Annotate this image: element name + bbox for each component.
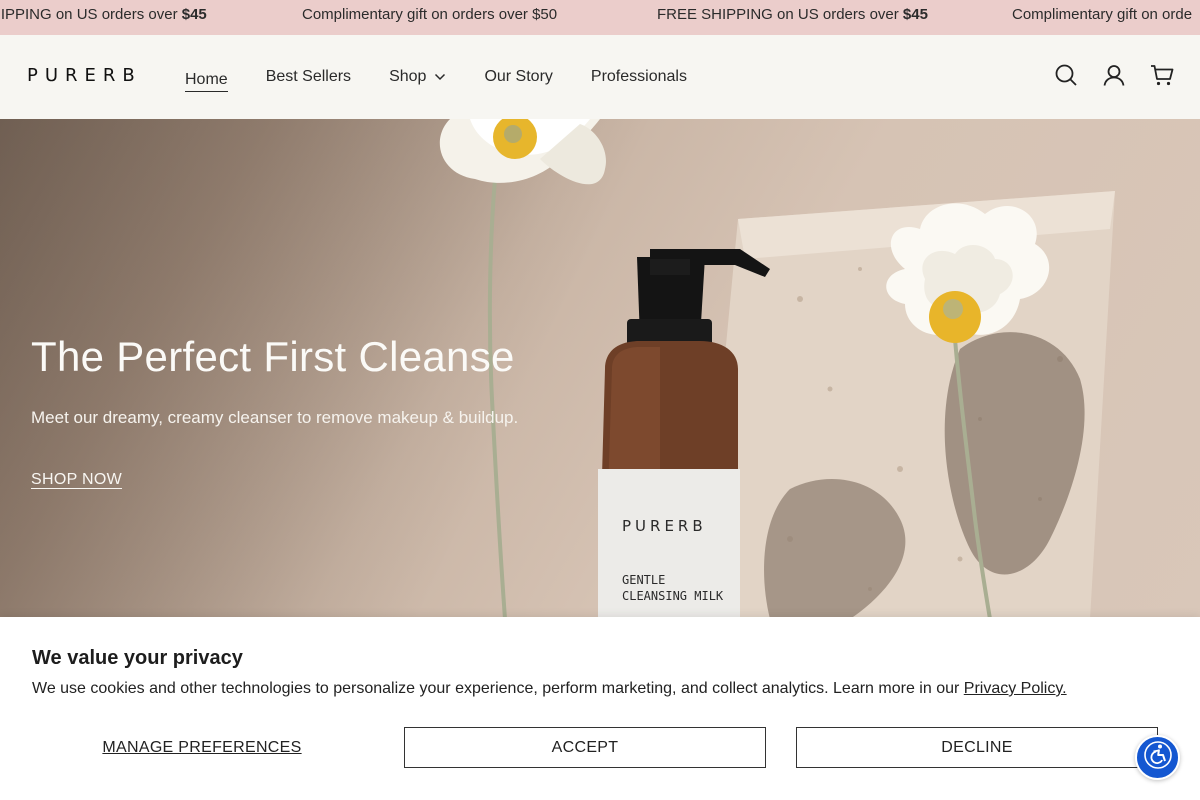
cookie-description: We use cookies and other technologies to… xyxy=(32,680,964,697)
nav-item-professionals[interactable]: Professionals xyxy=(591,62,687,92)
announcement-bar: HIPPING on US orders over $45 Compliment… xyxy=(0,0,1200,35)
accessibility-icon xyxy=(1143,740,1173,775)
nav-item-shop[interactable]: Shop xyxy=(389,62,446,92)
accept-button[interactable]: ACCEPT xyxy=(404,727,766,768)
cookie-title: We value your privacy xyxy=(32,647,243,669)
cookie-banner: We value your privacy We use cookies and… xyxy=(0,617,1200,800)
brand-logo[interactable]: PURERB xyxy=(27,65,142,86)
product-name-line2: CLEANSING MILK xyxy=(622,589,724,603)
site-header: PURERB Home Best Sellers Shop Our Story … xyxy=(0,35,1200,119)
chevron-down-icon xyxy=(434,62,446,92)
hero-subtitle: Meet our dreamy, creamy cleanser to remo… xyxy=(31,408,519,427)
nav-item-home[interactable]: Home xyxy=(185,68,228,92)
cookie-text: We use cookies and other technologies to… xyxy=(32,680,1067,698)
privacy-policy-link[interactable]: Privacy Policy. xyxy=(964,680,1067,697)
announcement-message: FREE SHIPPING on US orders over $45 xyxy=(657,6,928,23)
shop-now-link[interactable]: SHOP NOW xyxy=(31,471,122,489)
product-name-line1: GENTLE xyxy=(622,573,665,587)
account-icon[interactable] xyxy=(1102,63,1126,87)
hero-banner: PURERB GENTLE CLEANSING MILK The Perfect… xyxy=(0,119,1200,619)
nav-item-shop-label: Shop xyxy=(389,68,427,85)
header-icons xyxy=(1054,63,1174,87)
search-icon[interactable] xyxy=(1054,63,1078,87)
hero-title: The Perfect First Cleanse xyxy=(31,333,515,380)
cart-icon[interactable] xyxy=(1150,63,1174,87)
decline-button[interactable]: DECLINE xyxy=(796,727,1158,768)
nav-item-our-story[interactable]: Our Story xyxy=(484,62,552,92)
announcement-message: Complimentary gift on orde xyxy=(1012,6,1193,23)
accessibility-button[interactable] xyxy=(1135,735,1180,780)
nav-item-best-sellers[interactable]: Best Sellers xyxy=(266,62,351,92)
product-brand: PURERB xyxy=(622,517,707,535)
main-nav: Home Best Sellers Shop Our Story Profess… xyxy=(185,35,725,119)
announcement-message: HIPPING on US orders over $45 xyxy=(0,6,207,23)
manage-preferences-button[interactable]: MANAGE PREFERENCES xyxy=(32,727,372,768)
announcement-message: Complimentary gift on orders over $50 xyxy=(302,6,558,23)
